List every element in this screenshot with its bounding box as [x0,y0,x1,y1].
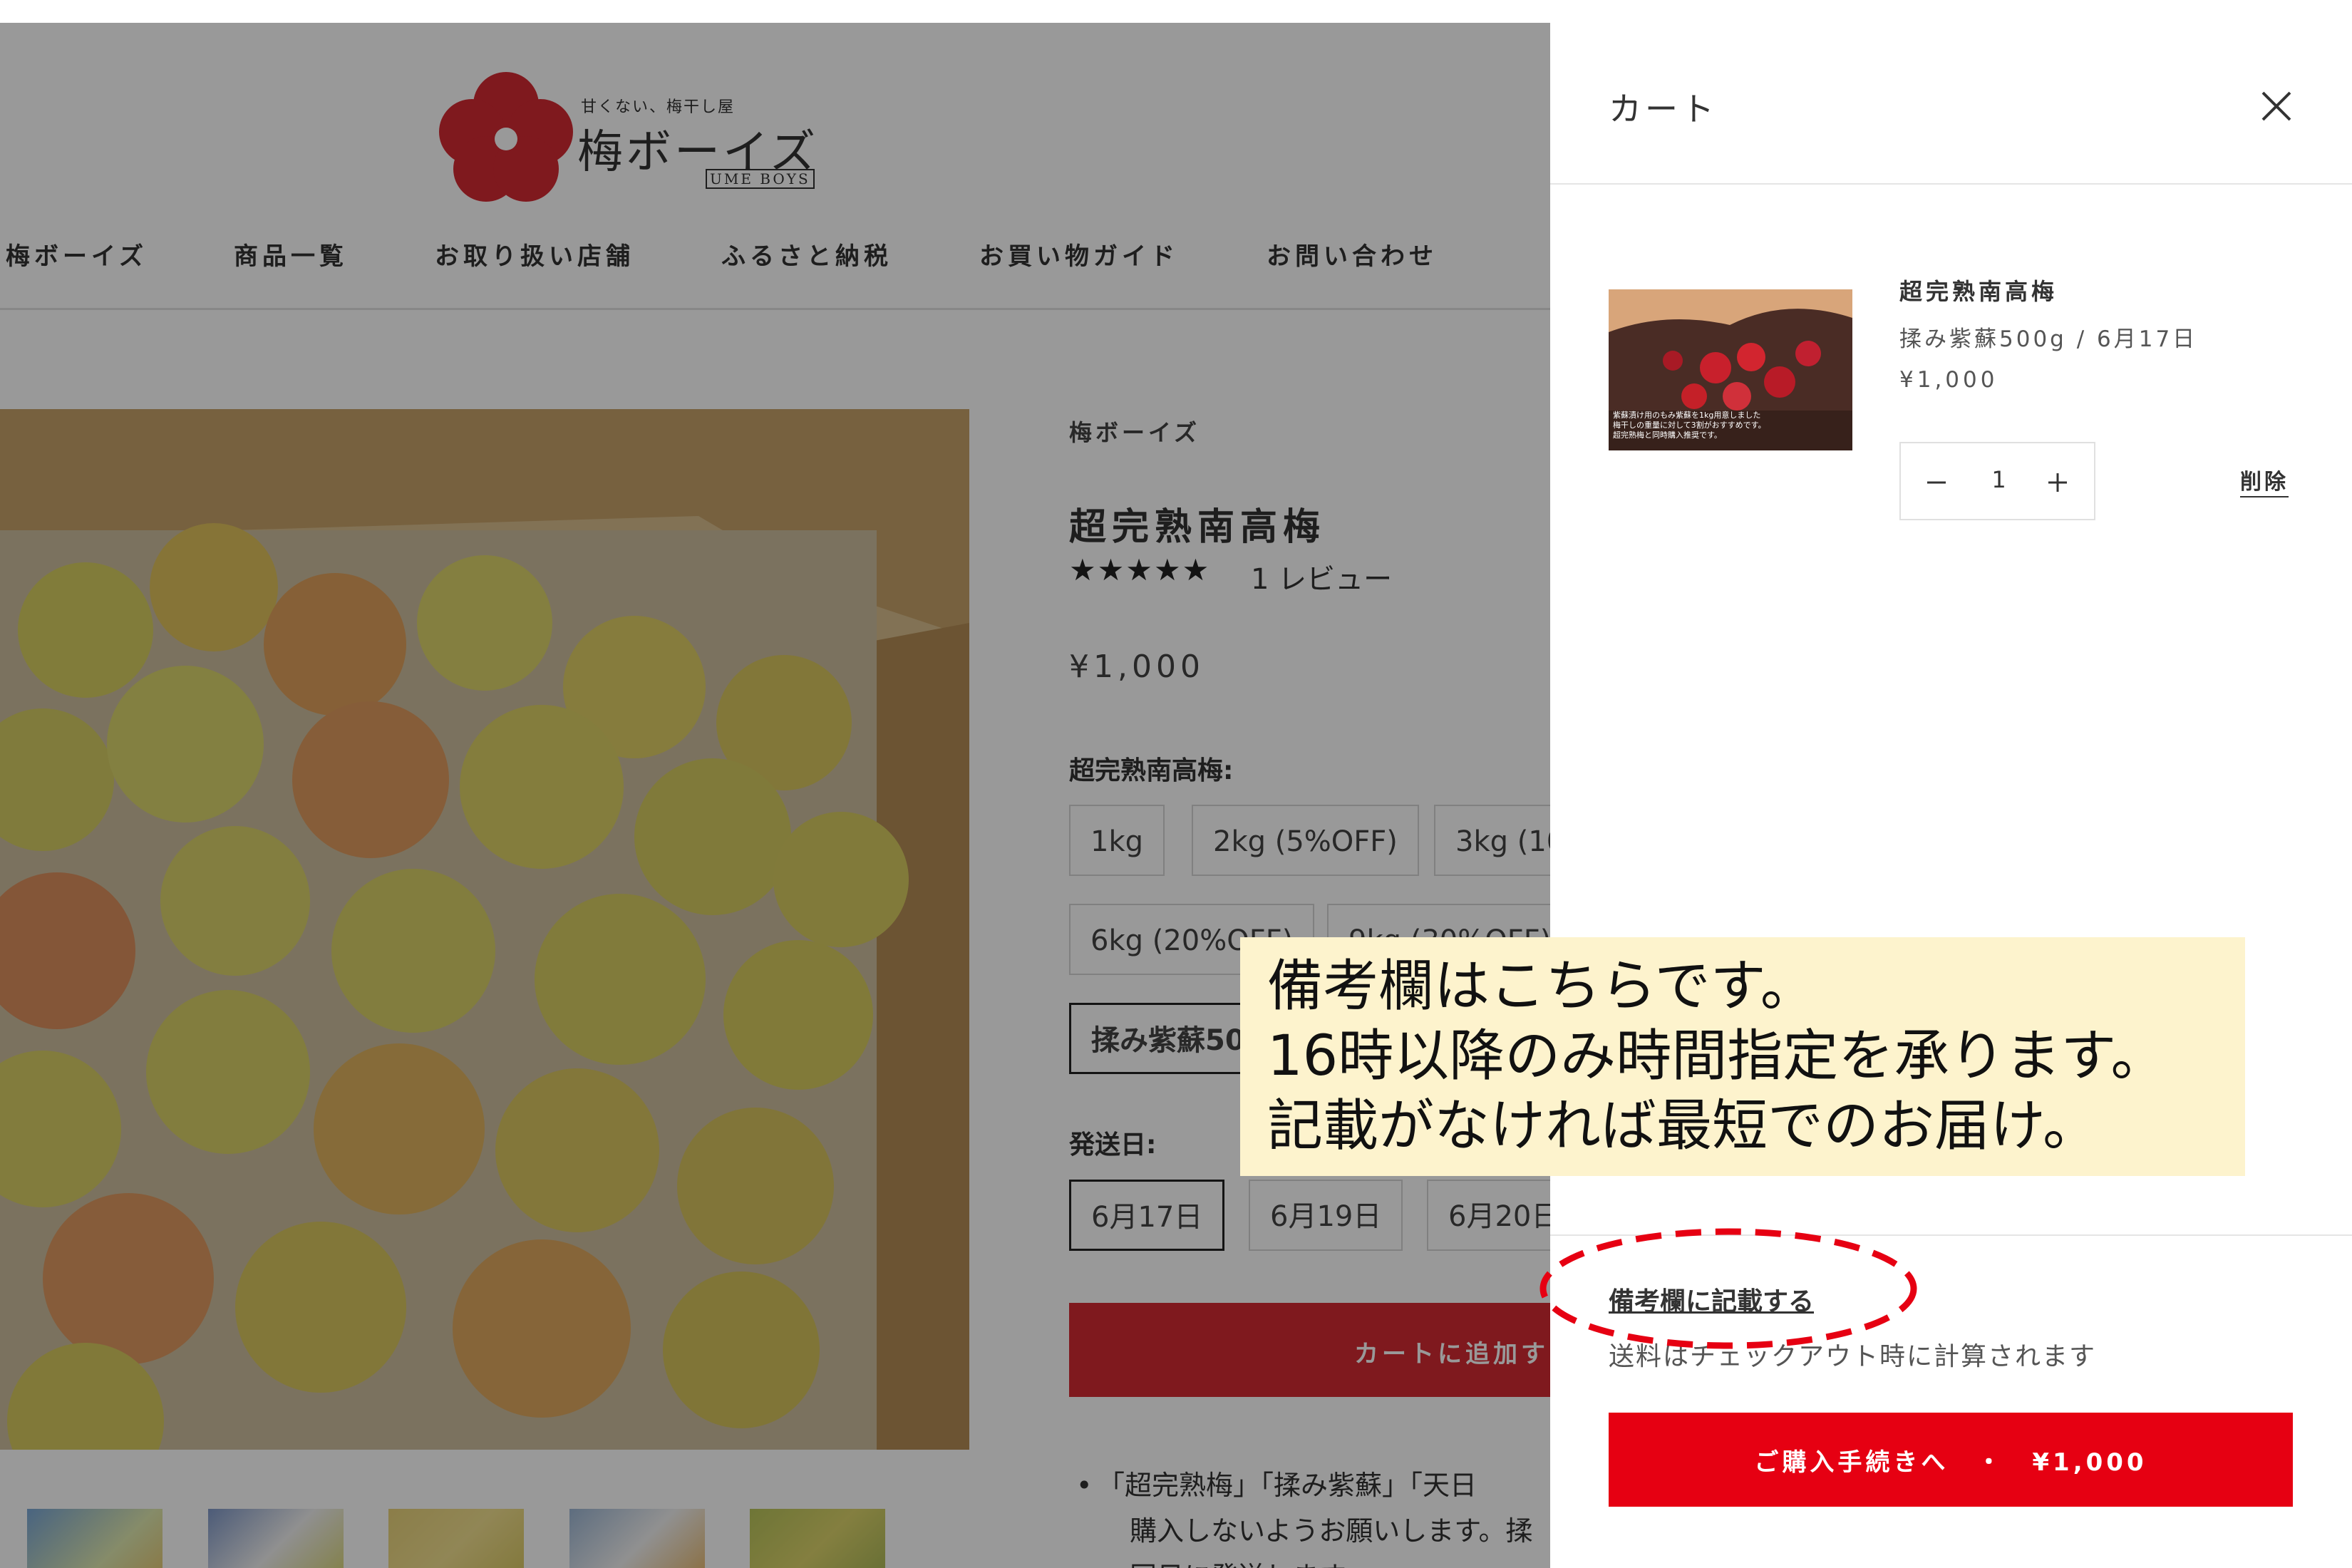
checkout-button[interactable]: ご購入手続きへ ・ ¥1,000 [1609,1413,2293,1507]
decrease-quantity-button[interactable] [1915,461,1958,504]
increase-quantity-button[interactable] [2036,461,2079,504]
close-icon [2261,91,2291,121]
minus-icon [1927,481,1946,484]
annotation-line-3: 記載がなければ最短でのお届け。 [1267,1094,2099,1158]
annotation-callout: 備考欄はこちらです。 16時以降のみ時間指定を承ります。 記載がなければ最短での… [1240,937,2245,1176]
cart-title: カート [1609,90,1718,128]
highlight-ellipse [1539,1228,1917,1349]
checkout-label: ご購入手続きへ ・ ¥1,000 [1754,1448,2147,1477]
cart-item-name[interactable]: 超完熟南高梅 [1899,274,2058,306]
close-cart-button[interactable] [2256,86,2297,127]
page-overlay[interactable] [0,23,1550,1568]
plus-icon [2048,473,2067,492]
cart-item-image[interactable]: 紫蘇漬け用のもみ紫蘇を1kg用意しました 梅干しの重量に対して3割がおすすめです… [1609,289,1852,450]
cart-item: 紫蘇漬け用のもみ紫蘇を1kg用意しました 梅干しの重量に対して3割がおすすめです… [1550,237,2352,536]
annotation-line-1: 備考欄はこちらです。 [1267,954,1816,1018]
quantity-stepper: 1 [1899,442,2095,520]
cart-header-divider [1550,183,2352,185]
cart-item-price: ¥1,000 [1899,367,1998,393]
cart-item-variant: 揉み紫蘇500g / 6月17日 [1899,326,2198,352]
remove-item-link[interactable]: 削除 [2240,469,2289,497]
annotation-line-2: 16時以降のみ時間指定を承ります。 [1267,1024,2167,1088]
cart-item-image-caption: 紫蘇漬け用のもみ紫蘇を1kg用意しました 梅干しの重量に対して3割がおすすめです… [1613,411,1766,440]
quantity-value[interactable]: 1 [1986,466,2011,493]
